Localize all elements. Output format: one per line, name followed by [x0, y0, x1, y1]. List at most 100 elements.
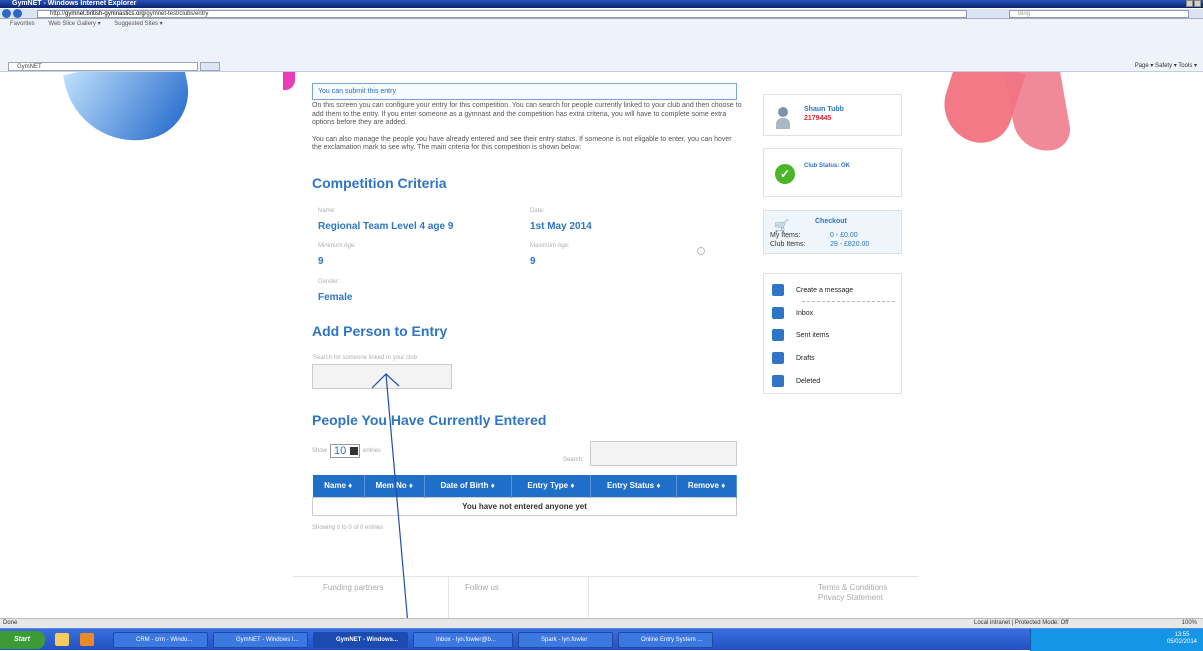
competition-name: Regional Team Level 4 age 9 — [318, 221, 454, 232]
checkout-title[interactable]: Checkout — [815, 218, 847, 225]
name-label: Name: — [318, 208, 336, 214]
create-message-link[interactable]: Create a message — [772, 281, 894, 299]
start-button[interactable]: Start — [0, 631, 45, 649]
clock-time: 13:55 — [1174, 632, 1190, 638]
folder-icon[interactable] — [55, 633, 69, 646]
club-status-panel: ✓ Club Status: OK — [763, 148, 902, 197]
column-entry-type[interactable]: Entry Type ♦ — [511, 475, 592, 497]
column-name[interactable]: Name ♦ — [312, 475, 365, 497]
nav-buttons — [2, 9, 22, 18]
table-row: You have not entered anyone yet — [312, 496, 737, 516]
cart-icon: 🛒 — [774, 219, 789, 233]
back-icon[interactable] — [2, 9, 11, 18]
person-search-input[interactable] — [312, 364, 452, 389]
messages-panel: Create a message Inbox Sent items Drafts… — [763, 273, 902, 394]
user-id: 2179445 — [804, 115, 832, 122]
person-search-label: Search for someone linked to your club — [313, 355, 418, 361]
tab-bar: GymNET Page ▾ Safety ▾ Tools ▾ — [0, 29, 1203, 72]
clock[interactable]: 13:55 05/02/2014 — [1167, 632, 1197, 646]
drafts-link[interactable]: Drafts — [772, 349, 894, 367]
my-items-label: My Items: — [770, 232, 801, 239]
inbox-label: Inbox — [796, 309, 814, 317]
page-length-control: Show 10 entries — [312, 444, 381, 458]
follow-us-label: Follow us — [465, 583, 499, 592]
tab-gymnet[interactable]: GymNET — [8, 62, 198, 71]
intro-paragraph-1: On this screen you can configure your en… — [312, 102, 742, 126]
favorites-button[interactable]: Favorites — [10, 21, 35, 27]
table-search-label: Search: — [563, 457, 584, 463]
url-prefix: http:// — [50, 11, 66, 17]
search-placeholder: Bing — [1018, 11, 1031, 17]
empty-message: You have not entered anyone yet — [312, 496, 737, 516]
terms-link[interactable]: Terms & Conditions — [818, 583, 887, 592]
table-header-row: Name ♦ Mem No ♦ Date of Birth ♦ Entry Ty… — [312, 475, 737, 497]
taskbar-item-gymnet-2[interactable]: GymNET - Windows... — [313, 632, 408, 648]
entered-heading: People You Have Currently Entered — [312, 412, 547, 428]
taskbar-item-inbox[interactable]: Inbox - lyn.fowler@b... — [413, 632, 513, 648]
gender-value: Female — [318, 292, 353, 303]
messages-divider — [802, 301, 895, 302]
page-length-value: 10 — [334, 445, 347, 457]
zoom-level[interactable]: 100% — [1182, 619, 1197, 628]
submit-notice: You can submit this entry — [312, 83, 737, 100]
window-controls — [1186, 0, 1201, 7]
deleted-link[interactable]: Deleted — [772, 372, 894, 390]
inbox-link[interactable]: Inbox — [772, 304, 894, 322]
table-search-input[interactable] — [590, 441, 737, 466]
inbox-icon — [772, 307, 784, 319]
taskbar-item-crm[interactable]: CRM - crm - Windo... — [113, 632, 208, 648]
gender-label: Gender: — [318, 279, 340, 285]
taskbar: Start CRM - crm - Windo... GymNET - Wind… — [0, 628, 1203, 651]
status-text: Done — [3, 620, 18, 626]
web-slice-gallery-link[interactable]: Web Slice Gallery ▾ — [48, 21, 100, 27]
search-field[interactable]: Bing — [1009, 10, 1189, 18]
suggested-sites-link[interactable]: Suggested Sites ▾ — [114, 21, 162, 27]
forward-icon[interactable] — [13, 9, 22, 18]
url-field[interactable]: http://gymnet.british-gymnastics.org/gym… — [37, 10, 967, 18]
create-message-label: Create a message — [796, 286, 854, 294]
deleted-label: Deleted — [796, 377, 821, 385]
max-age-label: Maximum Age: — [530, 243, 570, 249]
taskbar-item-spark[interactable]: Spark - lyn.fowler — [518, 632, 613, 648]
privacy-link[interactable]: Privacy Statement — [818, 593, 883, 602]
system-tray: 13:55 05/02/2014 — [1030, 629, 1203, 651]
new-tab-button[interactable] — [200, 62, 220, 71]
favorites-bar: Favorites Web Slice Gallery ▾ Suggested … — [0, 19, 1203, 29]
footer-divider — [448, 577, 449, 618]
column-remove[interactable]: Remove ♦ — [676, 475, 737, 497]
user-panel: Shaun Tubb 2179445 — [763, 94, 902, 136]
entries-label: entries — [363, 448, 382, 454]
column-mem-no[interactable]: Mem No ♦ — [364, 475, 425, 497]
intro-paragraph-2: You can also manage the people you have … — [312, 135, 732, 152]
drafts-label: Drafts — [796, 354, 815, 362]
club-items-label: Club Items: — [770, 241, 806, 248]
window-titlebar: GymNET - Windows Internet Explorer — [0, 0, 1203, 8]
address-bar: http://gymnet.british-gymnastics.org/gym… — [0, 9, 1203, 19]
column-date-of-birth[interactable]: Date of Birth ♦ — [424, 475, 512, 497]
club-status: Club Status: OK — [804, 163, 850, 169]
taskbar-item-gymnet-1[interactable]: GymNET - Windows I... — [213, 632, 308, 648]
column-entry-status[interactable]: Entry Status ♦ — [590, 475, 678, 497]
page-length-select[interactable]: 10 — [330, 444, 361, 458]
taskbar-item-word[interactable]: Online Entry System ... — [618, 632, 713, 648]
trash-icon — [772, 375, 784, 387]
chevron-down-icon — [350, 447, 359, 455]
command-bar[interactable]: Page ▾ Safety ▾ Tools ▾ — [1135, 62, 1197, 71]
sent-icon — [772, 329, 784, 341]
media-icon[interactable] — [80, 633, 94, 646]
competition-criteria-heading: Competition Criteria — [312, 175, 447, 191]
competition-date: 1st May 2014 — [530, 221, 592, 232]
entries-table: Name ♦ Mem No ♦ Date of Birth ♦ Entry Ty… — [312, 475, 737, 516]
decorative-swoosh-pink — [283, 72, 295, 90]
user-name[interactable]: Shaun Tubb — [804, 106, 844, 113]
min-age-value: 9 — [318, 256, 324, 267]
sent-items-link[interactable]: Sent items — [772, 326, 894, 344]
club-items-value: 29 - £820.00 — [830, 241, 870, 248]
compose-icon — [772, 284, 784, 296]
my-items-value: 0 - £0.00 — [830, 232, 858, 239]
funding-partners-label: Funding partners — [323, 583, 384, 592]
footer-divider — [588, 577, 589, 618]
checkout-panel[interactable]: 🛒 Checkout My Items: 0 - £0.00 Club Item… — [763, 210, 902, 254]
minimize-icon[interactable] — [1186, 0, 1193, 7]
maximize-icon[interactable] — [1194, 0, 1201, 7]
